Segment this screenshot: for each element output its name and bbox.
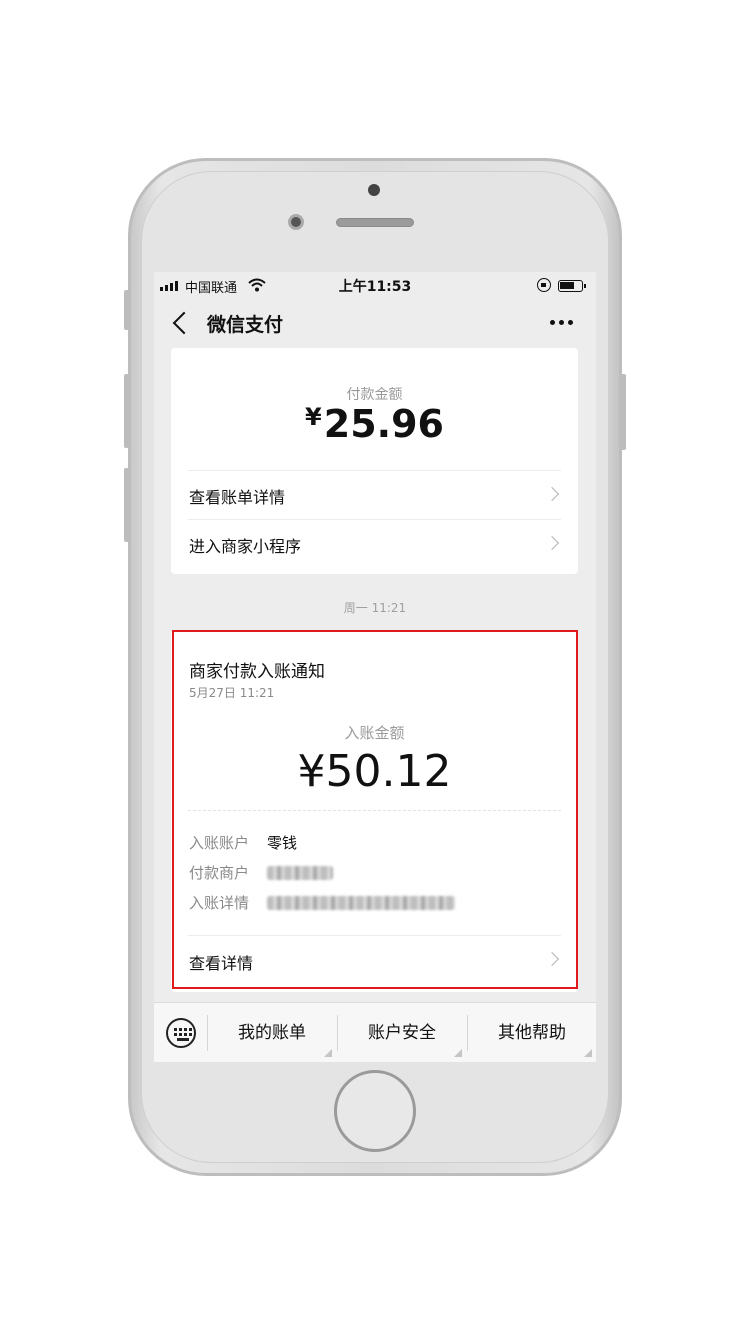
- bottom-menu: 我的账单 账户安全 其他帮助: [154, 1002, 596, 1062]
- status-bar: 中国联通 上午11:53: [154, 272, 596, 300]
- currency-symbol: ¥: [305, 403, 322, 431]
- orientation-lock-icon: [537, 278, 551, 292]
- battery-icon: [558, 280, 586, 292]
- navigation-bar: 微信支付: [154, 300, 596, 348]
- volume-down-button: [124, 468, 129, 542]
- payment-amount-label: 付款金额: [346, 387, 403, 403]
- highlight-box: [172, 630, 578, 989]
- volume-up-button: [124, 374, 129, 448]
- menu-my-bills[interactable]: 我的账单: [208, 1003, 336, 1062]
- proximity-sensor: [368, 184, 380, 196]
- menu-account-security[interactable]: 账户安全: [338, 1003, 466, 1062]
- earpiece-speaker: [336, 218, 414, 227]
- home-button[interactable]: [334, 1070, 416, 1152]
- view-bill-details-row[interactable]: 查看账单详情: [188, 470, 561, 519]
- chevron-right-icon: [544, 535, 560, 551]
- power-button: [621, 374, 626, 450]
- merchant-miniprogram-row[interactable]: 进入商家小程序: [188, 519, 561, 568]
- more-icon[interactable]: [550, 320, 573, 325]
- merchant-miniprogram-label: 进入商家小程序: [189, 537, 302, 556]
- message-timestamp: 周一 11:21: [343, 601, 407, 615]
- page-title: 微信支付: [207, 314, 284, 336]
- payment-card: 付款金额 ¥25.96 查看账单详情 进入商家小程序: [171, 348, 578, 574]
- keyboard-icon[interactable]: [166, 1018, 196, 1048]
- front-camera: [288, 214, 304, 230]
- chevron-right-icon: [544, 486, 560, 502]
- payment-amount-value: 25.96: [323, 402, 444, 446]
- status-time: 上午11:53: [338, 279, 412, 295]
- view-bill-details-label: 查看账单详情: [189, 488, 286, 507]
- menu-other-help[interactable]: 其他帮助: [468, 1003, 596, 1062]
- back-icon[interactable]: [172, 311, 196, 335]
- mute-switch: [124, 290, 129, 330]
- payment-amount: ¥25.96: [171, 402, 578, 446]
